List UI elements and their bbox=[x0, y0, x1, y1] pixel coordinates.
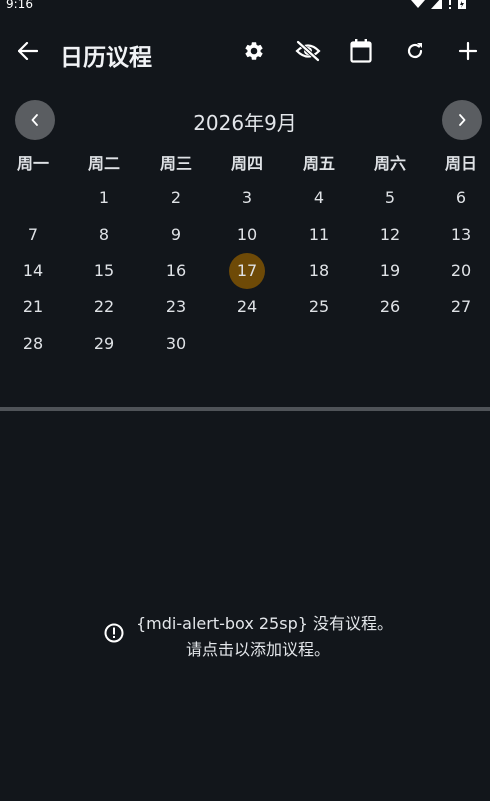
divider bbox=[0, 407, 490, 411]
refresh-button[interactable] bbox=[395, 28, 435, 78]
status-bar: 9:16 bbox=[0, 0, 490, 14]
day-cell[interactable]: 8 bbox=[84, 217, 124, 253]
refresh-icon bbox=[405, 41, 425, 65]
day-cell[interactable]: 13 bbox=[441, 217, 481, 253]
calendar-button[interactable] bbox=[341, 28, 381, 78]
no-sim-icon bbox=[448, 0, 452, 9]
weekday-label: 周二 bbox=[87, 154, 120, 173]
day-cell[interactable]: 29 bbox=[84, 326, 124, 362]
signal-icon bbox=[431, 0, 442, 9]
next-month-button[interactable] bbox=[442, 100, 482, 140]
day-cell[interactable]: 16 bbox=[156, 253, 196, 289]
chevron-right-icon bbox=[458, 111, 466, 130]
day-cell[interactable]: 19 bbox=[370, 253, 410, 289]
weekday-label: 周六 bbox=[373, 154, 406, 173]
day-cell[interactable]: 3 bbox=[227, 180, 267, 216]
today-cell[interactable]: 17 bbox=[227, 253, 267, 289]
settings-icon bbox=[243, 40, 265, 66]
hide-button[interactable] bbox=[288, 28, 328, 78]
day-cell[interactable]: 11 bbox=[299, 217, 339, 253]
calendar-icon bbox=[350, 39, 372, 67]
day-cell[interactable]: 10 bbox=[227, 217, 267, 253]
day-cell[interactable]: 14 bbox=[13, 253, 53, 289]
day-cell[interactable]: 12 bbox=[370, 217, 410, 253]
weekday-header: 周一 周二 周三 周四 周五 周六 周日 bbox=[0, 150, 490, 174]
calendar-grid: 1 2 3 4 5 6 7 8 9 10 11 12 13 14 15 16 1… bbox=[0, 180, 490, 360]
day-cell[interactable]: 28 bbox=[13, 326, 53, 362]
weekday-label: 周日 bbox=[444, 154, 477, 173]
status-icons bbox=[411, 0, 466, 9]
day-cell[interactable]: 7 bbox=[13, 217, 53, 253]
day-cell[interactable]: 18 bbox=[299, 253, 339, 289]
empty-hint: 请点击以添加议程。 bbox=[186, 640, 331, 659]
day-cell[interactable]: 20 bbox=[441, 253, 481, 289]
page-title: 日历议程 bbox=[60, 45, 152, 71]
day-cell[interactable]: 21 bbox=[13, 289, 53, 325]
day-cell[interactable]: 22 bbox=[84, 289, 124, 325]
weekday-label: 周五 bbox=[302, 154, 335, 173]
battery-icon bbox=[458, 0, 466, 9]
app-bar: 日历议程 bbox=[0, 28, 490, 78]
wifi-icon bbox=[411, 0, 425, 9]
add-button[interactable] bbox=[448, 28, 488, 78]
day-cell[interactable]: 27 bbox=[441, 289, 481, 325]
day-cell[interactable]: 23 bbox=[156, 289, 196, 325]
alert-circle-icon bbox=[104, 623, 124, 643]
day-cell[interactable]: 5 bbox=[370, 180, 410, 216]
day-cell[interactable]: 26 bbox=[370, 289, 410, 325]
status-time: 9:16 bbox=[6, 0, 33, 11]
weekday-label: 周四 bbox=[230, 154, 263, 173]
day-cell[interactable]: 4 bbox=[299, 180, 339, 216]
add-icon bbox=[458, 41, 478, 65]
day-cell[interactable]: 9 bbox=[156, 217, 196, 253]
day-cell[interactable]: 6 bbox=[441, 180, 481, 216]
app-screen: 9:16 日历议程 2026年9月 周一 周二 周三 周四 周五 周六 周日 1… bbox=[0, 0, 490, 801]
month-header: 2026年9月 bbox=[0, 100, 490, 140]
visibility-off-icon bbox=[295, 40, 321, 66]
day-cell[interactable]: 25 bbox=[299, 289, 339, 325]
weekday-label: 周一 bbox=[16, 154, 49, 173]
day-cell[interactable]: 15 bbox=[84, 253, 124, 289]
month-label: 2026年9月 bbox=[193, 111, 297, 135]
weekday-label: 周三 bbox=[159, 154, 192, 173]
day-cell[interactable]: 30 bbox=[156, 326, 196, 362]
settings-button[interactable] bbox=[234, 28, 274, 78]
arrow-left-icon bbox=[17, 41, 39, 64]
day-cell[interactable]: 24 bbox=[227, 289, 267, 325]
day-cell[interactable]: 1 bbox=[84, 180, 124, 216]
back-button[interactable] bbox=[8, 28, 48, 78]
empty-message: {mdi-alert-box 25sp} 没有议程。 bbox=[136, 614, 393, 633]
day-cell[interactable]: 2 bbox=[156, 180, 196, 216]
